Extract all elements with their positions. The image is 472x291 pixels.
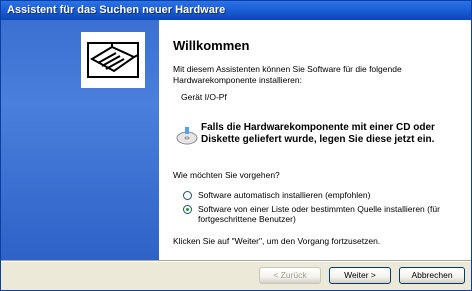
- device-name: Gerät I/O-Pf: [181, 92, 227, 102]
- wizard-content: Willkommen Mit diesem Assistenten können…: [169, 20, 465, 260]
- cd-icon: [175, 124, 199, 146]
- button-separator: [1, 260, 471, 262]
- cancel-button[interactable]: Abbrechen: [399, 267, 465, 284]
- window-title: Assistent für das Suchen neuer Hardware: [1, 1, 471, 20]
- intro-text: Mit diesem Assistenten können Sie Softwa…: [173, 64, 402, 85]
- back-button[interactable]: < Zurück: [259, 267, 321, 284]
- wizard-panel: Willkommen Mit diesem Assistenten können…: [1, 20, 471, 260]
- install-question: Wie möchten Sie vorgehen?: [173, 170, 280, 180]
- option-label: Software automatisch installieren (empfo…: [198, 190, 371, 200]
- continue-hint: Klicken Sie auf "Weiter", um den Vorgang…: [173, 236, 381, 246]
- next-button[interactable]: Weiter >: [329, 267, 391, 284]
- option-auto-install[interactable]: Software automatisch installieren (empfo…: [183, 190, 370, 200]
- option-label: Software von einer Liste oder bestimmten…: [198, 204, 440, 224]
- wizard-side-art: [1, 20, 159, 260]
- hardware-icon: [81, 32, 145, 88]
- radio-button-selected[interactable]: [183, 205, 192, 214]
- option-manual-install[interactable]: Software von einer Liste oder bestimmten…: [183, 204, 458, 224]
- wizard-window: Assistent für das Suchen neuer Hardware …: [0, 0, 472, 291]
- radio-button[interactable]: [183, 191, 192, 200]
- insert-media-warning: Falls die Hardwarekomponente mit einer C…: [201, 122, 435, 145]
- page-title: Willkommen: [173, 38, 250, 53]
